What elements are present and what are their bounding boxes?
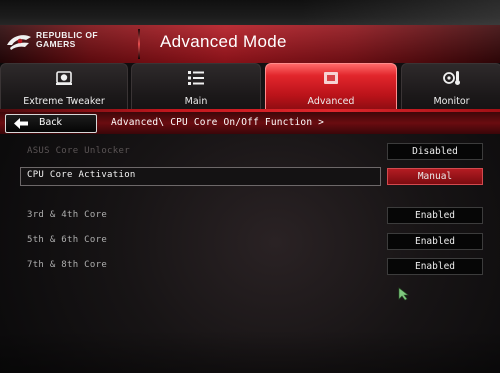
tab-label: Main [184,96,208,107]
setting-row-selected[interactable]: CPU Core Activation [20,167,381,186]
tab-advanced[interactable]: Advanced [265,63,397,110]
setting-label: 5th & 6th Core [27,235,108,245]
setting-value-5th-6th-core[interactable]: Enabled [387,233,483,250]
monitor-bezel [0,0,500,28]
bios-screen: REPUBLIC OF GAMERS Advanced Mode Extreme… [0,0,500,373]
brand-text: REPUBLIC OF GAMERS [36,31,98,49]
tab-label: Monitor [433,96,470,107]
setting-label: CPU Core Activation [27,170,136,180]
setting-label: ASUS Core Unlocker [27,146,130,156]
list-icon [188,71,204,85]
back-arrow-icon [14,118,28,129]
mouse-cursor-icon [398,287,409,301]
cpu-fan-icon [56,71,72,85]
header-divider [138,29,140,59]
setting-value-cpu-core-activation[interactable]: Manual [387,168,483,185]
tab-extreme-tweaker[interactable]: Extreme Tweaker [0,63,128,110]
screen-shade [0,330,500,373]
thermometer-fan-icon [442,71,460,85]
tab-main[interactable]: Main [131,63,261,110]
setting-label: 3rd & 4th Core [27,210,108,220]
setting-label: 7th & 8th Core [27,260,108,270]
back-button-label: Back [39,117,63,128]
setting-value-3rd-4th-core[interactable]: Enabled [387,207,483,224]
chip-icon [324,72,338,84]
back-button[interactable]: Back [5,114,97,133]
tab-label: Advanced [307,96,355,107]
rog-eye-icon [7,35,31,50]
tab-monitor[interactable]: Monitor [401,63,500,110]
brand-line-2: GAMERS [36,39,76,49]
setting-value-asus-core-unlocker[interactable]: Disabled [387,143,483,160]
page-title: Advanced Mode [160,32,287,51]
breadcrumb: Advanced\ CPU Core On/Off Function > [111,117,325,128]
tab-label: Extreme Tweaker [23,96,105,107]
setting-value-7th-8th-core[interactable]: Enabled [387,258,483,275]
